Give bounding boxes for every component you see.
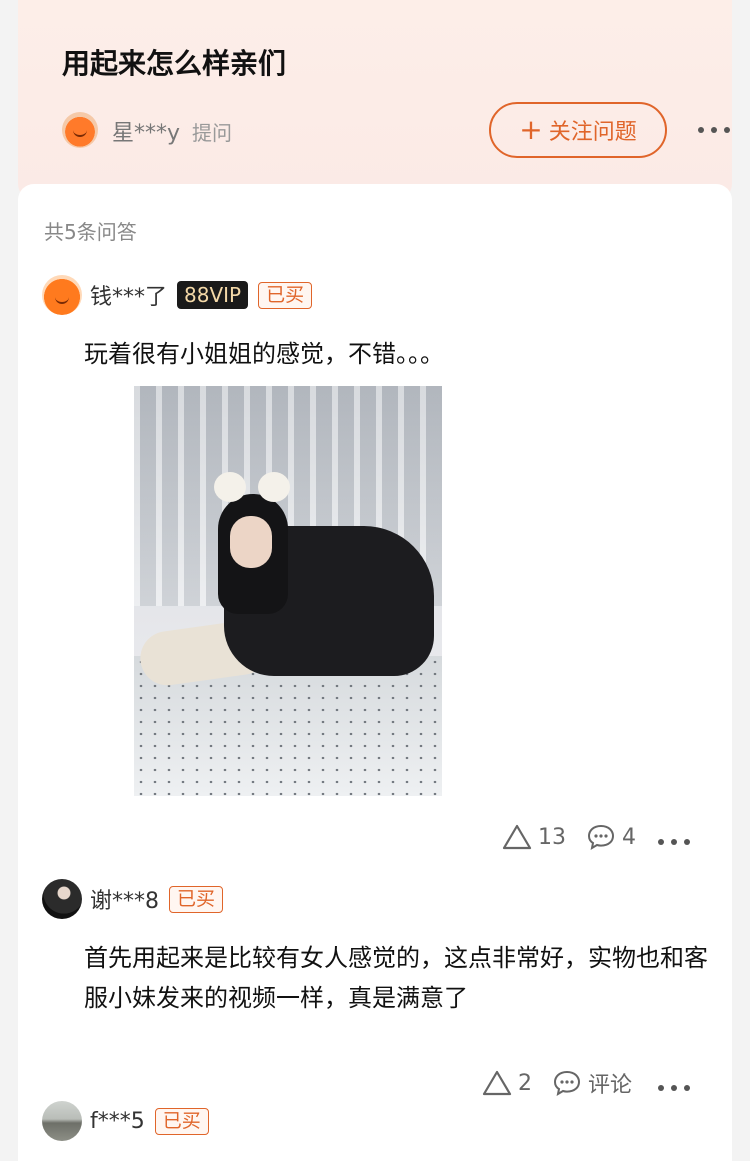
asker-avatar[interactable]: [62, 112, 98, 148]
comment-icon: [587, 824, 615, 851]
avatar[interactable]: [42, 879, 82, 919]
like-button[interactable]: 13: [502, 824, 566, 850]
question-header: 用起来怎么样亲们 星***y 提问 + 关注问题: [18, 0, 732, 200]
username[interactable]: 钱***了: [90, 279, 167, 311]
bought-badge: 已买: [169, 885, 224, 913]
asker-name[interactable]: 星***y: [112, 115, 180, 147]
answer-item: f***5 已买: [42, 1100, 722, 1142]
like-count: 2: [518, 1070, 532, 1096]
answer-item: 谢***8 已买 首先用起来是比较有女人感觉的，这点非常好，实物也和客服小妹发来…: [42, 878, 722, 1098]
asker-row: 星***y 提问 + 关注问题: [62, 102, 742, 158]
bought-badge: 已买: [258, 281, 313, 309]
answer-user-row: f***5 已买: [42, 1100, 722, 1142]
avatar[interactable]: [42, 1101, 82, 1141]
answer-actions: 2 评论: [482, 1066, 652, 1100]
answer-photo[interactable]: [134, 386, 442, 796]
answers-list: 共5条问答 钱***了 88VIP 已买 玩着很有小姐姐的感觉，不错。。。 13…: [18, 184, 732, 1161]
avatar[interactable]: [42, 275, 82, 315]
asker-action-label: 提问: [192, 121, 232, 145]
more-icon[interactable]: [658, 836, 690, 848]
photo-cat-ears: [214, 472, 292, 502]
comment-count: 4: [622, 824, 636, 850]
like-triangle-icon: [502, 824, 532, 850]
like-count: 13: [538, 824, 566, 850]
username[interactable]: 谢***8: [90, 883, 159, 915]
comment-button[interactable]: 4: [586, 823, 636, 851]
bought-badge: 已买: [154, 1107, 209, 1135]
like-button[interactable]: 2: [482, 1070, 532, 1096]
comment-icon: [553, 1070, 581, 1097]
comment-label: 评论: [588, 1073, 633, 1098]
follow-question-button[interactable]: + 关注问题: [489, 102, 667, 158]
photo-face: [230, 516, 272, 568]
answer-text: 玩着很有小姐姐的感觉，不错。。。: [84, 340, 444, 368]
more-icon[interactable]: [698, 124, 730, 136]
answers-count: 共5条问答: [44, 220, 137, 244]
question-title: 用起来怎么样亲们: [62, 47, 287, 80]
comment-button[interactable]: 评论: [552, 1067, 632, 1099]
more-icon[interactable]: [658, 1082, 690, 1094]
answer-actions: 13 4: [502, 820, 656, 854]
qa-page: 用起来怎么样亲们 星***y 提问 + 关注问题 共5条问答 钱***了 88V…: [0, 0, 750, 1161]
answer-user-row: 谢***8 已买: [42, 878, 722, 920]
vip-badge: 88VIP: [177, 281, 249, 309]
answer-user-row: 钱***了 88VIP 已买: [42, 274, 722, 316]
follow-question-label: 关注问题: [548, 120, 637, 145]
like-triangle-icon: [482, 1070, 512, 1096]
answer-item: 钱***了 88VIP 已买 玩着很有小姐姐的感觉，不错。。。 13 4: [42, 274, 722, 851]
plus-icon: +: [519, 113, 543, 146]
username[interactable]: f***5: [90, 1109, 145, 1134]
answer-text: 首先用起来是比较有女人感觉的，这点非常好，实物也和客服小妹发来的视频一样，真是满…: [84, 944, 708, 1012]
